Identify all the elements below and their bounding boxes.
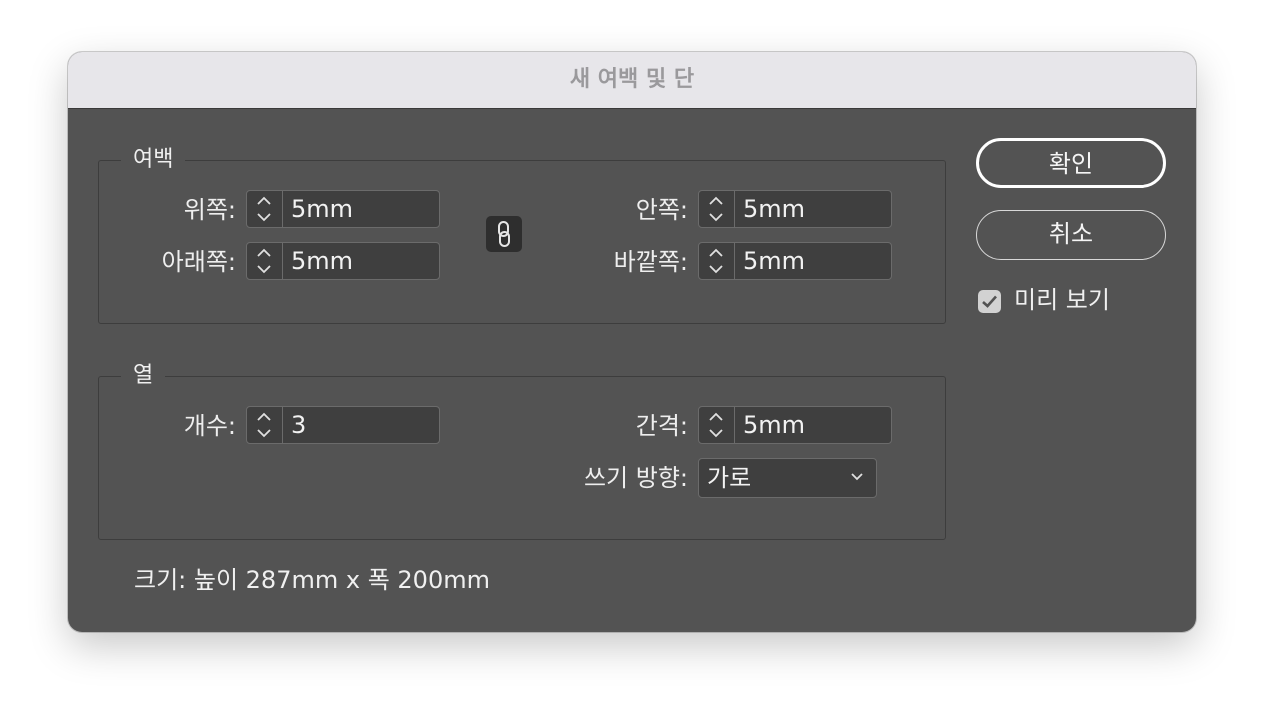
gutter-value[interactable]: 5mm: [743, 407, 805, 443]
chevron-down-icon[interactable]: [256, 264, 272, 274]
writing-direction-select[interactable]: 가로: [698, 458, 877, 498]
chevron-up-icon[interactable]: [256, 196, 272, 206]
margins-legend: 여백: [121, 143, 186, 177]
top-margin-value[interactable]: 5mm: [291, 191, 353, 227]
columns-legend: 열: [121, 359, 166, 393]
bottom-margin-label: 아래쪽:: [161, 248, 236, 276]
column-count-field[interactable]: 3: [246, 406, 440, 444]
checkmark-icon: [982, 295, 997, 308]
page-size-info: 크기: 높이 287mm x 폭 200mm: [134, 566, 490, 594]
ok-button[interactable]: 확인: [976, 138, 1166, 188]
chevron-up-icon[interactable]: [708, 412, 724, 422]
dialog-title: 새 여백 및 단: [68, 52, 1196, 109]
bottom-margin-stepper[interactable]: [247, 243, 283, 279]
chevron-up-icon[interactable]: [256, 412, 272, 422]
inside-margin-field[interactable]: 5mm: [698, 190, 892, 228]
chevron-down-icon[interactable]: [708, 212, 724, 222]
bottom-margin-value[interactable]: 5mm: [291, 243, 353, 279]
chevron-up-icon[interactable]: [708, 196, 724, 206]
top-margin-label: 위쪽:: [183, 196, 236, 224]
chain-link-icon: [498, 221, 510, 247]
gutter-label: 간격:: [635, 412, 688, 440]
chevron-up-icon[interactable]: [256, 248, 272, 258]
column-count-value[interactable]: 3: [291, 407, 306, 443]
chevron-down-icon[interactable]: [708, 264, 724, 274]
chevron-up-icon[interactable]: [708, 248, 724, 258]
chevron-down-icon[interactable]: [256, 428, 272, 438]
outside-margin-value[interactable]: 5mm: [743, 243, 805, 279]
gutter-stepper[interactable]: [699, 407, 735, 443]
top-margin-stepper[interactable]: [247, 191, 283, 227]
top-margin-field[interactable]: 5mm: [246, 190, 440, 228]
writing-direction-value[interactable]: 가로: [707, 459, 751, 497]
column-count-stepper[interactable]: [247, 407, 283, 443]
margins-columns-dialog: 새 여백 및 단 여백 위쪽: 5mm 아래쪽: 5mm 안쪽: 5mm 바깥쪽…: [68, 52, 1196, 632]
inside-margin-value[interactable]: 5mm: [743, 191, 805, 227]
column-count-label: 개수:: [183, 412, 236, 440]
preview-label[interactable]: 미리 보기: [1014, 282, 1110, 318]
cancel-button[interactable]: 취소: [976, 210, 1166, 260]
inside-margin-stepper[interactable]: [699, 191, 735, 227]
inside-margin-label: 안쪽:: [635, 196, 688, 224]
gutter-field[interactable]: 5mm: [698, 406, 892, 444]
chevron-down-icon[interactable]: [708, 428, 724, 438]
bottom-margin-field[interactable]: 5mm: [246, 242, 440, 280]
outside-margin-stepper[interactable]: [699, 243, 735, 279]
chevron-down-icon[interactable]: [256, 212, 272, 222]
preview-checkbox[interactable]: [978, 290, 1001, 313]
outside-margin-label: 바깥쪽:: [613, 248, 688, 276]
chevron-down-icon[interactable]: [850, 472, 864, 482]
outside-margin-field[interactable]: 5mm: [698, 242, 892, 280]
writing-direction-label: 쓰기 방향:: [583, 464, 688, 492]
link-margins-button[interactable]: [486, 216, 522, 252]
